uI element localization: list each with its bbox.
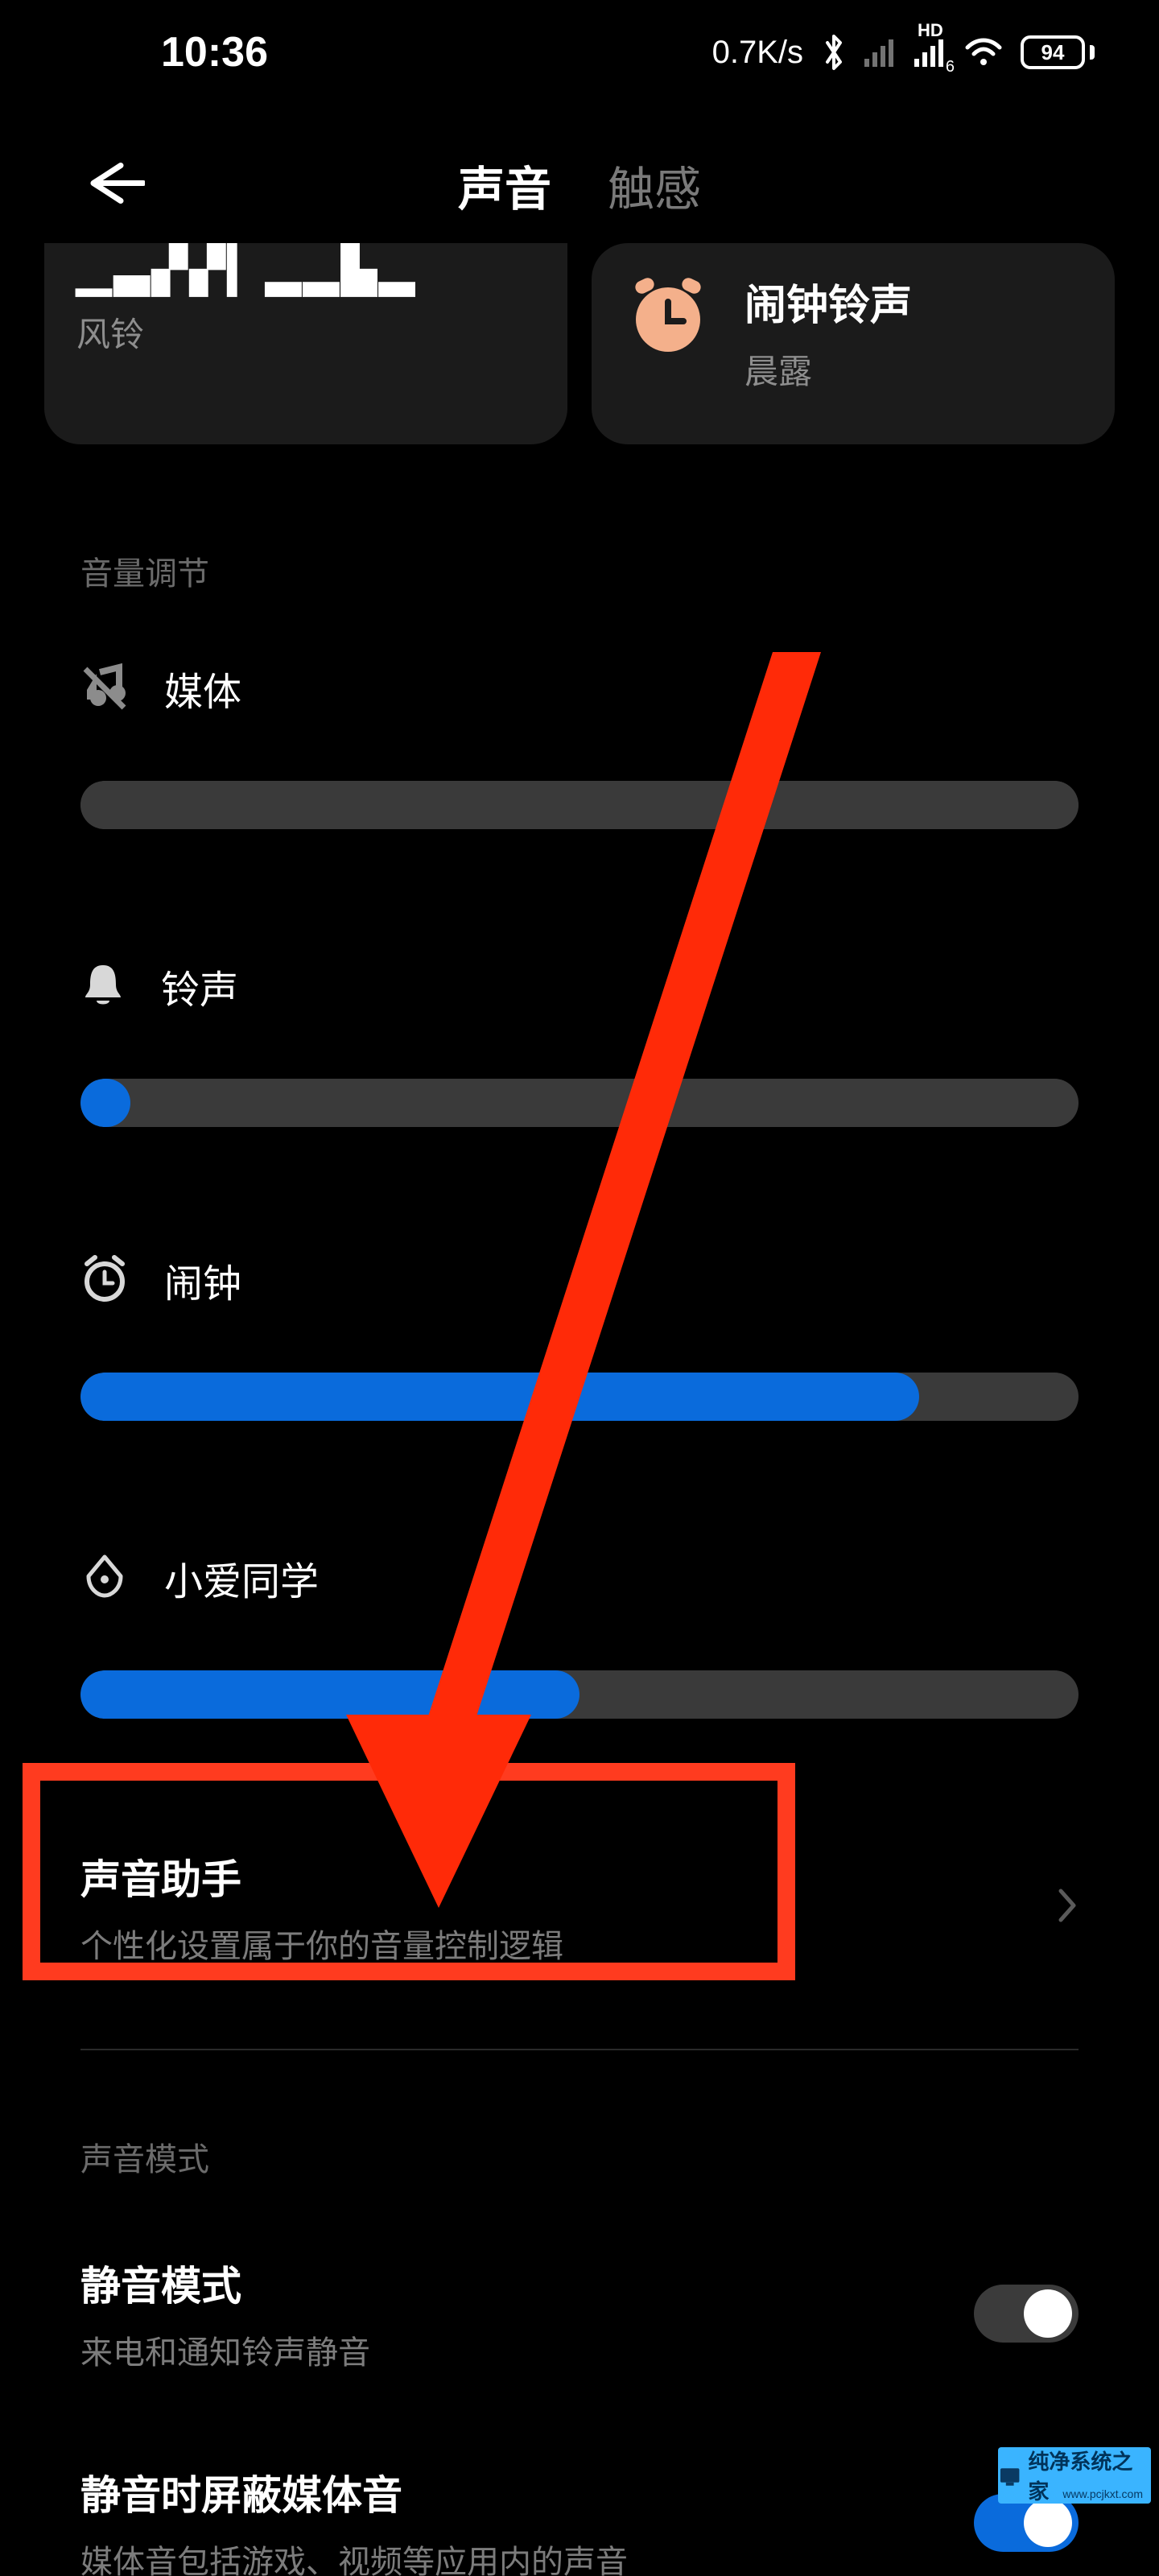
slider-alarm-fill — [80, 1373, 919, 1421]
slider-media-label: 媒体 — [164, 660, 241, 716]
alarm-icon — [80, 1254, 129, 1307]
tab-haptics[interactable]: 触感 — [608, 151, 701, 219]
watermark-url: www.pcjkxt.com — [1062, 2487, 1143, 2500]
slider-media[interactable] — [80, 781, 1079, 829]
row-mute-media: 静音时屏蔽媒体音 媒体音包括游戏、视频等应用内的声音 — [80, 2463, 1079, 2576]
tab-sound[interactable]: 声音 — [458, 151, 551, 219]
slider-ringtone-fill — [80, 1079, 130, 1127]
slider-xiaoai-label: 小爱同学 — [164, 1550, 319, 1606]
network-speed: 0.7K/s — [712, 35, 803, 71]
slider-media-fill — [80, 781, 1079, 829]
switch-mute-mode[interactable] — [974, 2285, 1079, 2343]
card-alarm-tone[interactable]: 闹钟铃声 晨露 — [592, 243, 1115, 444]
back-button[interactable] — [80, 159, 145, 212]
battery-icon: 94 — [1021, 35, 1095, 69]
sound-assistant-title: 声音助手 — [80, 1847, 563, 1905]
wifi-icon — [964, 36, 1003, 68]
bluetooth-icon — [821, 33, 847, 72]
alarm-clock-icon — [624, 271, 712, 360]
signal-1-icon — [864, 38, 897, 67]
slider-alarm[interactable] — [80, 1373, 1079, 1421]
divider — [80, 2049, 1079, 2050]
card-notification-sub: 风铃 — [76, 308, 535, 357]
status-bar: 10:36 0.7K/s HD 6 94 — [0, 0, 1159, 105]
section-sound-mode-label: 声音模式 — [80, 2133, 209, 2180]
mute-subtitle: 来电和通知铃声静音 — [80, 2326, 370, 2373]
mute-title: 静音模式 — [80, 2254, 370, 2312]
row-mute-mode: 静音模式 来电和通知铃声静音 — [80, 2254, 1079, 2373]
mute-media-title: 静音时屏蔽媒体音 — [80, 2463, 628, 2521]
xiaoai-icon — [80, 1552, 129, 1604]
watermark-badge: 纯净系统之家 www.pcjkxt.com — [998, 2447, 1151, 2504]
item-sound-assistant[interactable]: 声音助手 个性化设置属于你的音量控制逻辑 — [80, 1847, 1079, 1967]
signal-2-icon: HD 6 — [914, 38, 947, 67]
card-alarm-sub: 晨露 — [744, 345, 912, 394]
section-volume-label: 音量调节 — [80, 547, 209, 594]
status-icons: 0.7K/s HD 6 94 — [712, 33, 1095, 72]
slider-xiaoai[interactable] — [80, 1670, 1079, 1719]
card-notification-tone[interactable]: ▁▃▞▞▎▂▂▙▂ 风铃 — [44, 243, 567, 444]
slider-ringtone-label: 铃声 — [161, 958, 238, 1014]
bell-icon — [80, 960, 126, 1013]
page-header: 声音 触感 — [0, 137, 1159, 233]
chevron-right-icon — [1056, 1886, 1079, 1929]
mute-media-subtitle: 媒体音包括游戏、视频等应用内的声音 — [80, 2536, 628, 2576]
sound-assistant-subtitle: 个性化设置属于你的音量控制逻辑 — [80, 1920, 563, 1967]
status-time: 10:36 — [161, 28, 268, 76]
slider-alarm-label: 闹钟 — [164, 1252, 241, 1308]
card-alarm-title: 闹钟铃声 — [744, 271, 912, 332]
slider-xiaoai-fill — [80, 1670, 580, 1719]
card-notification-title: ▁▃▞▞▎▂▂▙▂ — [76, 243, 535, 296]
slider-ringtone[interactable] — [80, 1079, 1079, 1127]
media-muted-icon — [80, 663, 129, 715]
